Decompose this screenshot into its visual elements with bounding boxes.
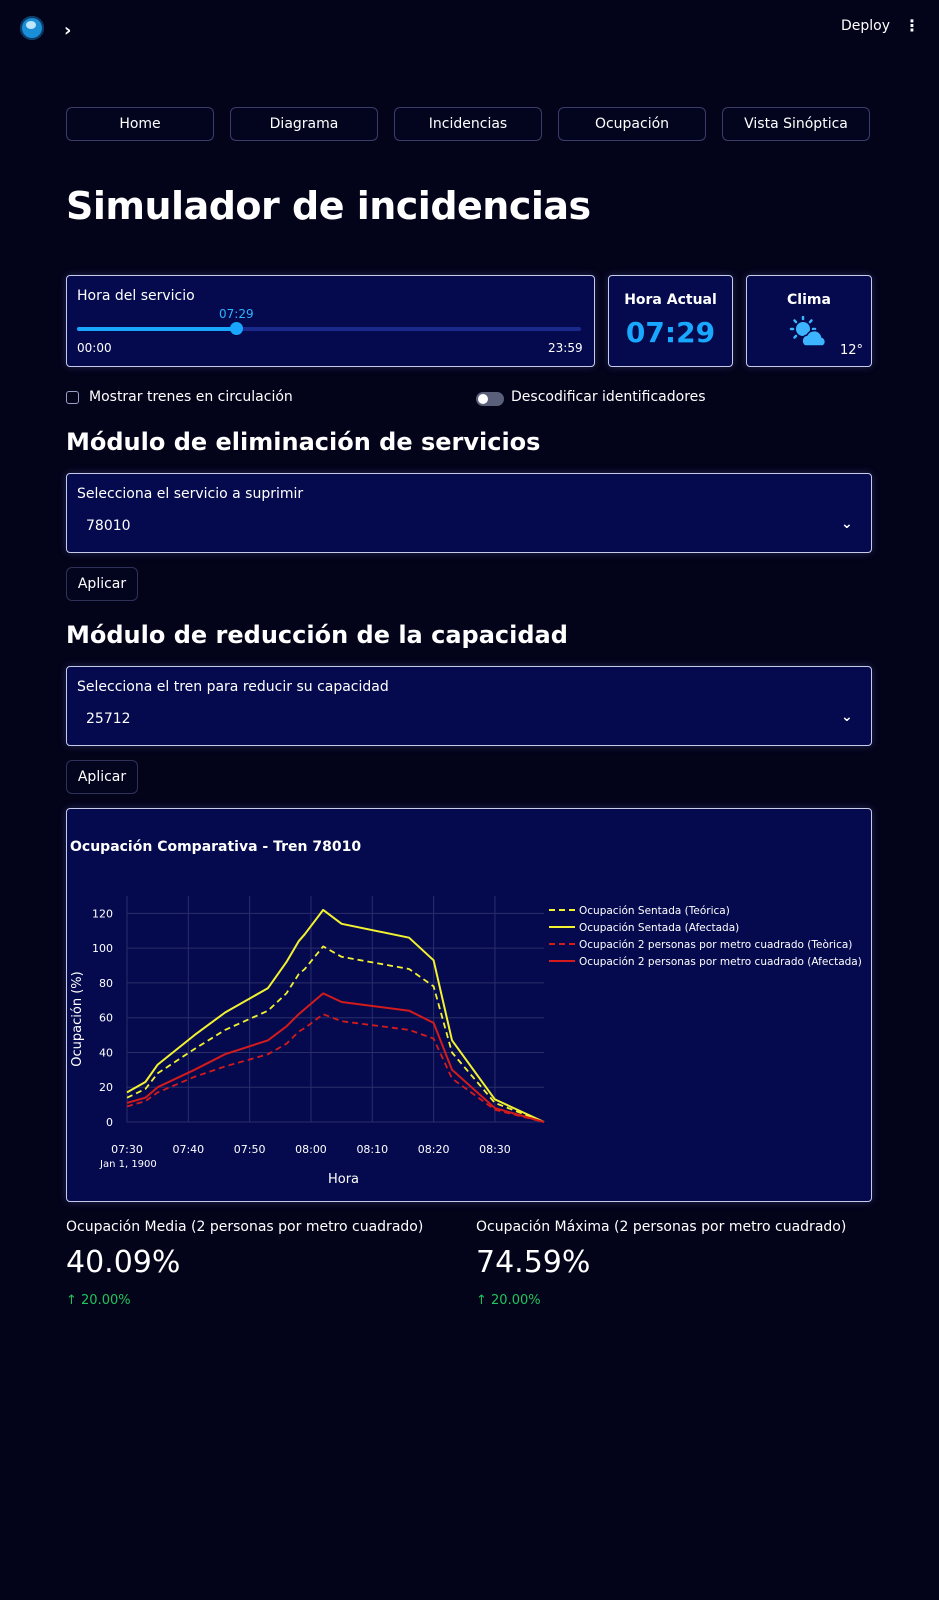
deploy-button[interactable]: Deploy — [841, 18, 890, 34]
show-trains-checkbox[interactable] — [66, 391, 79, 404]
chevron-down-icon[interactable]: ⌄ — [841, 709, 853, 725]
removal-select-card: Selecciona el servicio a suprimir 78010 … — [66, 473, 872, 553]
decode-label: Descodificar identificadores — [511, 389, 706, 405]
slider-max-label: 23:59 — [548, 341, 583, 355]
y-tick-label: 60 — [99, 1012, 113, 1025]
slider-thumb[interactable] — [230, 322, 243, 335]
x-tick-label: 07:50 — [234, 1143, 266, 1156]
removal-apply-button[interactable]: Aplicar — [66, 567, 138, 601]
x-tick-label: 08:00 — [295, 1143, 327, 1156]
y-axis-label: Ocupación (%) — [70, 971, 85, 1066]
capacity-select-label: Selecciona el tren para reducir su capac… — [77, 679, 389, 695]
legend-label-2: Ocupación Sentada (Afectada) — [579, 922, 739, 934]
x-axis-label: Hora — [328, 1172, 359, 1187]
service-time-slider-card: Hora del servicio 07:29 00:00 23:59 — [66, 275, 595, 367]
nav-incidencias-button[interactable]: Incidencias — [394, 107, 542, 141]
y-tick-label: 40 — [99, 1046, 113, 1059]
legend-label-3: Ocupación 2 personas por metro cuadrado … — [579, 939, 852, 951]
app-logo — [20, 16, 44, 40]
y-tick-label: 120 — [92, 907, 113, 920]
y-tick-label: 100 — [92, 942, 113, 955]
metric-max-label: Ocupación Máxima (2 personas por metro c… — [476, 1219, 847, 1235]
x-tick-label: 08:20 — [418, 1143, 450, 1156]
weather-title: Clima — [787, 292, 831, 308]
occupancy-chart-card: Ocupación Comparativa - Tren 78010 0 20 40… — [66, 808, 872, 1202]
metric-max-delta-value: 20.00% — [491, 1293, 541, 1308]
series-line-2 — [126, 908, 545, 1123]
y-tick-label: 20 — [99, 1081, 113, 1094]
weather-temperature: 12° — [839, 343, 863, 358]
slider-min-label: 00:00 — [77, 341, 112, 355]
x-tick-label: 08:10 — [356, 1143, 388, 1156]
x-tick-label: 08:30 — [479, 1143, 511, 1156]
capacity-select-card: Selecciona el tren para reducir su capac… — [66, 666, 872, 746]
slider-label: Hora del servicio — [77, 288, 195, 304]
x-tick-sublabel: Jan 1, 1900 — [99, 1159, 157, 1170]
nav-ocupacion-button[interactable]: Ocupación — [558, 107, 706, 141]
y-tick-label: 0 — [106, 1116, 113, 1129]
series-line-3 — [126, 1013, 545, 1123]
current-time-value: 07:29 — [625, 316, 716, 349]
capacity-module-heading: Módulo de reducción de la capacidad — [66, 621, 568, 649]
chevron-down-icon[interactable]: ⌄ — [841, 516, 853, 532]
capacity-apply-button[interactable]: Aplicar — [66, 760, 138, 794]
capacity-select-value[interactable]: 25712 — [86, 711, 131, 727]
chevron-right-icon[interactable]: › — [64, 20, 71, 41]
x-tick-label: 07:40 — [172, 1143, 204, 1156]
current-time-card: Hora Actual 07:29 — [608, 275, 733, 367]
occupancy-chart: 0 20 40 60 80 100 120 07:30 07:40 07:50 08:00 08:10… — [70, 896, 862, 1187]
removal-module-heading: Módulo de eliminación de servicios — [66, 428, 541, 456]
slider-current-value: 07:29 — [219, 307, 254, 321]
metric-mean-delta: ↑ 20.00% — [66, 1293, 131, 1308]
removal-select-label: Selecciona el servicio a suprimir — [77, 486, 304, 502]
x-tick-label: 07:30 — [111, 1143, 143, 1156]
nav-diagrama-button[interactable]: Diagrama — [230, 107, 378, 141]
show-trains-label: Mostrar trenes en circulación — [89, 389, 293, 405]
metric-max-value: 74.59% — [476, 1245, 591, 1280]
kebab-menu-icon[interactable]: ⋮ — [904, 16, 920, 35]
removal-select-value[interactable]: 78010 — [86, 518, 131, 534]
legend-label-4: Ocupación 2 personas por metro cuadrado … — [579, 956, 862, 968]
decode-toggle-knob — [478, 394, 488, 404]
nav-home-button[interactable]: Home — [66, 107, 214, 141]
current-time-title: Hora Actual — [624, 292, 717, 308]
legend-label-1: Ocupación Sentada (Teórica) — [579, 905, 730, 917]
arrow-up-icon: ↑ — [66, 1293, 82, 1308]
metric-mean-label: Ocupación Media (2 personas por metro cu… — [66, 1219, 424, 1235]
weather-card: Clima 12° — [746, 275, 872, 367]
arrow-up-icon: ↑ — [476, 1293, 492, 1308]
metric-mean-value: 40.09% — [66, 1245, 181, 1280]
metric-max-delta: ↑ 20.00% — [476, 1293, 541, 1308]
y-tick-label: 80 — [99, 977, 113, 990]
metric-mean-delta-value: 20.00% — [81, 1293, 131, 1308]
nav-vista-sinoptica-button[interactable]: Vista Sinóptica — [722, 107, 870, 141]
slider-track-fill — [77, 327, 237, 331]
series-line-4 — [126, 992, 545, 1123]
page-title: Simulador de incidencias — [66, 184, 591, 228]
partly-cloudy-sun-icon — [789, 316, 827, 347]
